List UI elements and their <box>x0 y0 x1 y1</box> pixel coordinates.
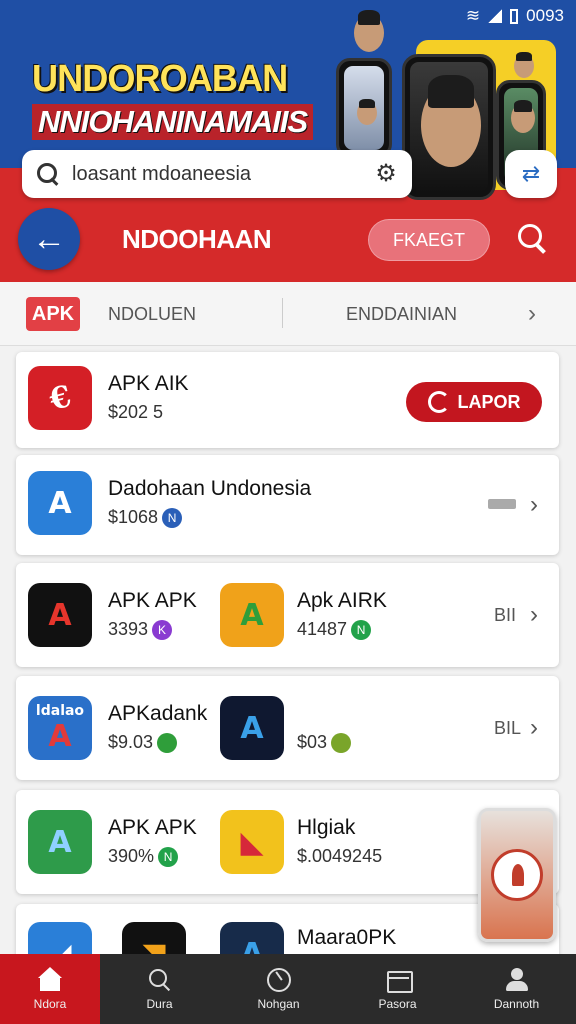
swirl-icon <box>427 391 450 413</box>
chevron-right-icon[interactable]: › <box>530 491 538 519</box>
app-card[interactable]: A Dadohaan Undonesia $1068 N › <box>16 455 559 555</box>
app-price: $202 5 <box>108 402 164 422</box>
price-badge: K <box>152 619 173 640</box>
banner-headline: UNDOROABAN <box>32 58 288 100</box>
category-divider <box>282 298 283 328</box>
app-card[interactable]: ldalao A APKadank $9.03 A $03 BIL › <box>16 676 559 780</box>
menu-bar-icon <box>488 499 516 509</box>
seal-icon <box>491 849 543 901</box>
nav-tab-inbox[interactable]: Pasora <box>338 954 457 1024</box>
nav-tab-search[interactable]: Dura <box>100 954 219 1024</box>
banner-subheadline: NNIOHANINAMAIIS <box>32 104 314 140</box>
app-card[interactable]: A APK APK 3393 K A Apk AIRK 41487 N BII … <box>16 563 559 667</box>
app-name: APK APK <box>108 589 197 612</box>
app-name: Hlgiak <box>297 816 356 839</box>
filter-button[interactable]: FKAEGT <box>368 219 490 261</box>
report-button[interactable]: LAPOR <box>406 382 542 422</box>
search-bar[interactable]: loasant mdoaneesia ⚙ <box>22 150 412 198</box>
nav-tab-label: Ndora <box>33 997 67 1011</box>
compass-icon <box>266 967 292 993</box>
officer-avatar-tiny <box>514 51 534 78</box>
home-icon <box>37 967 63 993</box>
chevron-right-icon[interactable]: › <box>530 714 538 742</box>
app-price: 41487 N <box>297 619 372 640</box>
floating-promo-card[interactable] <box>478 808 556 942</box>
search-icon <box>147 967 173 993</box>
app-price: 390% N <box>108 846 179 867</box>
arrow-left-icon: ← <box>32 219 66 258</box>
chevron-right-icon[interactable]: › <box>528 300 536 328</box>
header-search-icon[interactable] <box>516 222 550 256</box>
app-name: APKadank <box>108 702 208 725</box>
bottom-navigation: Ndora Dura Nohgan Pasora Dannoth <box>0 954 576 1024</box>
user-icon <box>504 967 530 993</box>
phone-illustration-main <box>402 54 496 200</box>
category-tab-right[interactable]: ENDDAINIAN <box>346 304 457 325</box>
page-title: NDOOHAAN <box>122 224 272 254</box>
app-card[interactable]: € APK AIK $202 5 LAPOR <box>16 352 559 448</box>
officer-avatar-small <box>354 10 384 52</box>
phone-illustration-small <box>336 58 392 158</box>
inbox-icon <box>385 967 413 993</box>
app-price: $.0049245 <box>297 846 383 866</box>
app-icon: A <box>220 696 284 760</box>
app-icon: ◣ <box>220 810 284 874</box>
app-icon: A <box>28 583 92 647</box>
nav-tab-explore[interactable]: Nohgan <box>219 954 338 1024</box>
nav-tab-label: Nohgan <box>257 997 300 1011</box>
app-price: $1068 N <box>108 507 183 528</box>
category-tab-left[interactable]: NDOLUEN <box>108 304 196 325</box>
gear-icon[interactable]: ⚙ <box>374 162 398 186</box>
app-icon: A <box>28 471 92 535</box>
price-badge: N <box>351 619 372 640</box>
search-icon <box>36 162 60 186</box>
app-price: 3393 K <box>108 619 173 640</box>
price-badge <box>331 732 352 753</box>
scan-button[interactable]: ⇄ <box>505 150 557 198</box>
back-button[interactable]: ← <box>18 208 80 270</box>
nav-tab-profile[interactable]: Dannoth <box>457 954 576 1024</box>
app-icon: A <box>28 810 92 874</box>
price-badge <box>157 732 178 753</box>
price-badge: N <box>158 846 179 867</box>
app-screen: ≋ 0093 UNDOROABAN NNIOHANINAMAIIS loasan… <box>0 0 576 1024</box>
chevron-right-icon[interactable]: › <box>530 601 538 629</box>
app-name: APK APK <box>108 816 197 839</box>
app-name: Apk AIRK <box>297 589 387 612</box>
app-icon: ldalao A <box>28 696 92 760</box>
nav-tab-label: Dura <box>146 997 173 1011</box>
scan-icon: ⇄ <box>521 161 541 186</box>
app-name: Dadohaan Undonesia <box>108 477 312 500</box>
app-icon: A <box>220 583 284 647</box>
nav-tab-label: Pasora <box>378 997 417 1011</box>
side-label: BIL <box>494 718 522 738</box>
promo-banner: ≋ 0093 UNDOROABAN NNIOHANINAMAIIS loasan… <box>0 0 576 282</box>
price-badge: N <box>162 507 183 528</box>
app-price: $9.03 <box>108 732 178 753</box>
app-price: $03 <box>297 732 352 753</box>
search-input[interactable]: loasant mdoaneesia <box>72 163 374 186</box>
side-label: BII <box>494 605 517 625</box>
app-name: APK AIK <box>108 372 189 395</box>
category-bar: APK NDOLUEN ENDDAINIAN › <box>0 282 576 346</box>
apk-badge: APK <box>26 297 80 331</box>
app-name: Maara0PK <box>297 926 397 949</box>
nav-tab-label: Dannoth <box>493 997 540 1011</box>
nav-tab-home[interactable]: Ndora <box>0 954 100 1024</box>
app-icon: € <box>28 366 92 430</box>
